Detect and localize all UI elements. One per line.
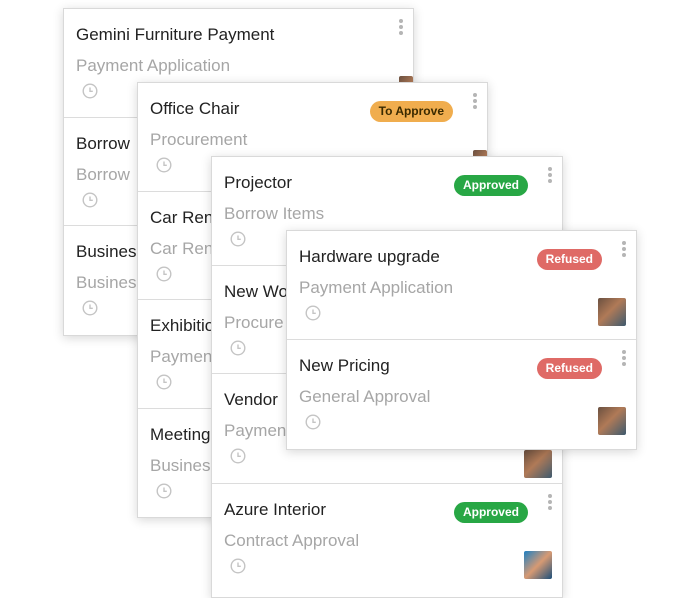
- card-title: Hardware upgrade: [299, 247, 440, 266]
- approval-card[interactable]: Azure Interior Contract Approval Approve…: [212, 484, 562, 597]
- clock-icon[interactable]: [230, 231, 246, 247]
- kebab-menu-icon[interactable]: [473, 93, 477, 111]
- avatar: [524, 450, 552, 478]
- status-badge: Approved: [453, 175, 528, 196]
- kanban-column-4: Hardware upgrade Payment Application Ref…: [286, 230, 637, 450]
- status-badge: Refused: [536, 249, 602, 270]
- card-title: Office Chair: [150, 99, 240, 118]
- card-subtitle: Borrow: [76, 165, 130, 184]
- card-subtitle: General Approval: [299, 387, 431, 406]
- kebab-menu-icon[interactable]: [548, 167, 552, 185]
- clock-icon[interactable]: [230, 340, 246, 356]
- card-subtitle: Payment Application: [299, 278, 454, 297]
- card-subtitle: Procure: [224, 313, 284, 332]
- card-subtitle: Paymen: [150, 347, 213, 366]
- status-badge: Approved: [453, 502, 528, 523]
- avatar: [524, 551, 552, 579]
- clock-icon[interactable]: [230, 448, 246, 464]
- kebab-menu-icon[interactable]: [622, 241, 626, 259]
- approval-card[interactable]: New Pricing General Approval Refused: [287, 340, 636, 449]
- kebab-menu-icon[interactable]: [622, 350, 626, 368]
- card-subtitle: Borrow Items: [224, 204, 325, 223]
- card-subtitle: Busines: [150, 456, 211, 475]
- status-badge: To Approve: [369, 101, 453, 122]
- clock-icon[interactable]: [82, 83, 98, 99]
- card-subtitle: Procurement: [150, 130, 248, 149]
- card-title: Busines: [76, 242, 137, 261]
- card-title: Projector: [224, 173, 293, 192]
- avatar: [598, 407, 626, 435]
- clock-icon[interactable]: [156, 157, 172, 173]
- card-title: New Wo: [224, 282, 288, 301]
- approval-card[interactable]: Hardware upgrade Payment Application Ref…: [287, 231, 636, 340]
- clock-icon[interactable]: [82, 192, 98, 208]
- status-badge: Refused: [536, 358, 602, 379]
- clock-icon[interactable]: [230, 558, 246, 574]
- clock-icon[interactable]: [156, 266, 172, 282]
- clock-icon[interactable]: [156, 374, 172, 390]
- avatar: [598, 298, 626, 326]
- card-title: Gemini Furniture Payment: [76, 25, 275, 44]
- card-title: Borrow: [76, 134, 130, 153]
- card-subtitle: Contract Approval: [224, 531, 360, 550]
- kebab-menu-icon[interactable]: [548, 494, 552, 512]
- card-title: New Pricing: [299, 356, 390, 375]
- card-subtitle: Busines: [76, 273, 137, 292]
- clock-icon[interactable]: [305, 414, 321, 430]
- kebab-menu-icon[interactable]: [399, 19, 403, 37]
- clock-icon[interactable]: [82, 300, 98, 316]
- card-title: Exhibitio: [150, 316, 215, 335]
- card-title: Azure Interior: [224, 500, 327, 519]
- clock-icon[interactable]: [305, 305, 321, 321]
- card-subtitle: Paymen: [224, 421, 287, 440]
- card-title: Meeting: [150, 425, 211, 444]
- card-subtitle: Car Ren: [150, 239, 214, 258]
- card-title: Car Ren: [150, 208, 214, 227]
- card-subtitle: Payment Application: [76, 56, 231, 75]
- card-title: Vendor: [224, 390, 278, 409]
- clock-icon[interactable]: [156, 483, 172, 499]
